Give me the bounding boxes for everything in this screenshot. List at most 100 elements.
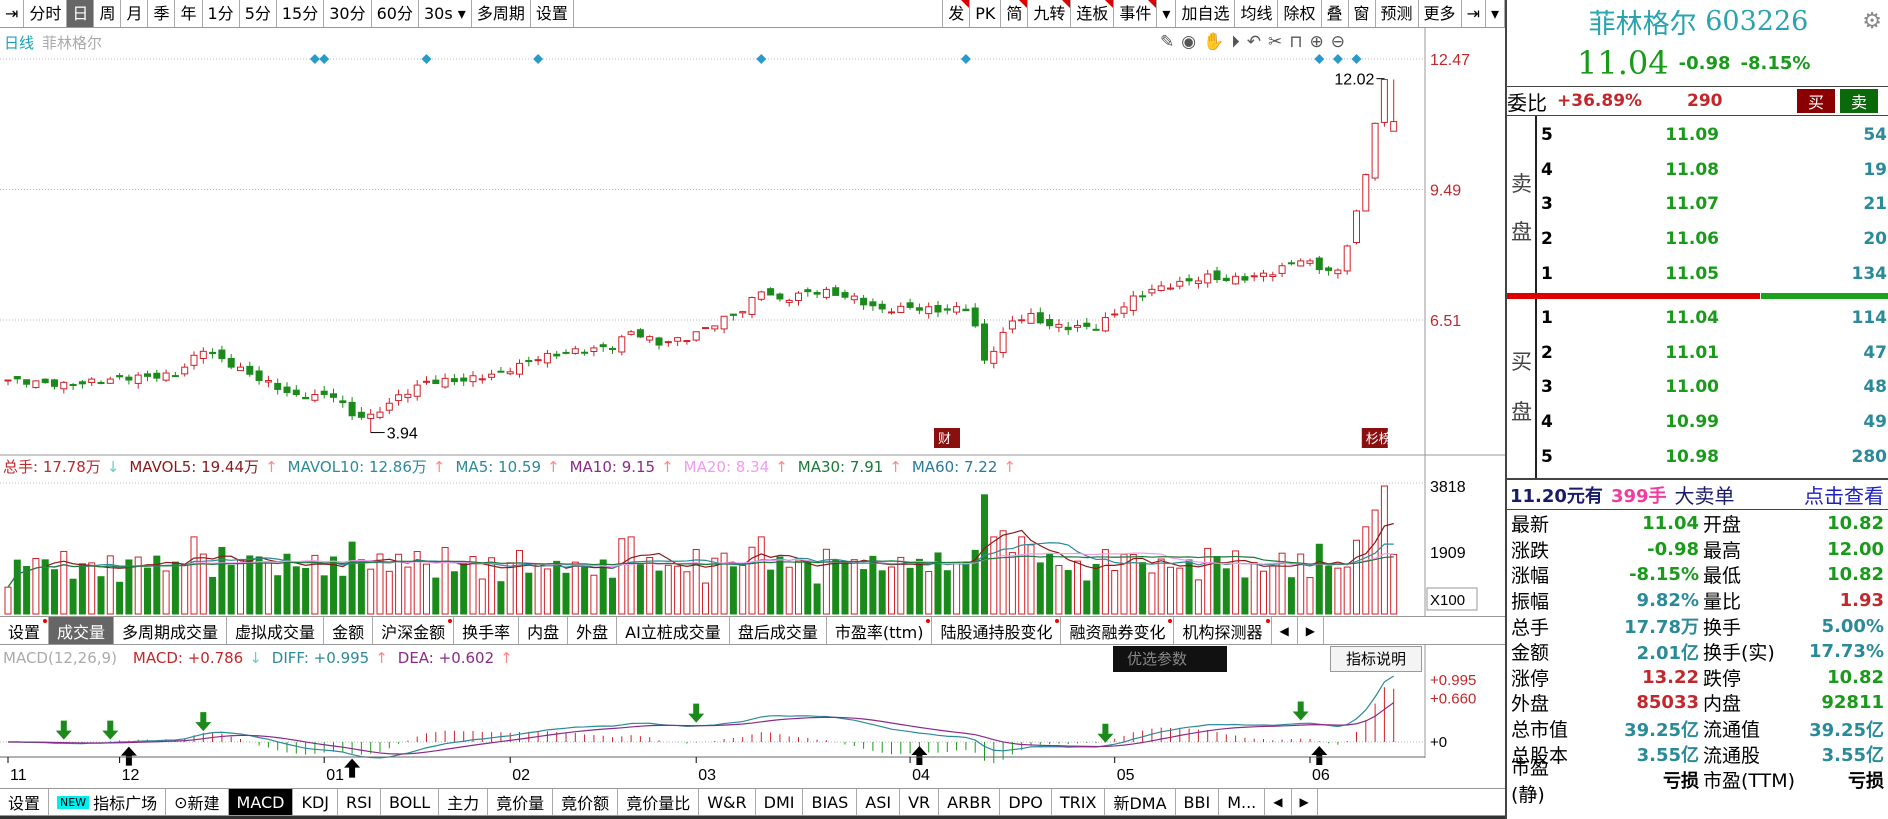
indicator-tab[interactable]: 内盘 xyxy=(519,617,569,644)
toolbar-right-14[interactable]: ⇥ xyxy=(1462,0,1486,27)
indicator-tab[interactable]: 虚拟成交量 xyxy=(227,617,325,644)
sell-button[interactable]: 卖 xyxy=(1840,89,1878,113)
bottom-tab[interactable]: W&R xyxy=(699,789,756,815)
toolbar-right-4[interactable]: 连板 xyxy=(1071,0,1115,27)
toolbar-right-3[interactable]: 九转 xyxy=(1028,0,1072,27)
volume-bar xyxy=(1018,536,1026,615)
candle-body xyxy=(1101,317,1109,332)
toolbar-right-7[interactable]: 加自选 xyxy=(1176,0,1236,27)
bottom-tab[interactable]: NEW 指标广场 xyxy=(49,789,167,815)
legend-item: MA20: 8.34 ↑ xyxy=(684,458,792,476)
stat-label: 内盘 xyxy=(1703,693,1742,716)
optimize-params-button[interactable]: 优选参数 xyxy=(1113,646,1227,672)
toolbar-left-7[interactable]: 5分 xyxy=(240,0,277,27)
toolbar-left-4[interactable]: 季 xyxy=(148,0,176,27)
indicator-tab[interactable]: 融资融券变化 xyxy=(1061,617,1175,644)
toolbar-left-0[interactable]: 分时 xyxy=(24,0,68,27)
indicator-help-button[interactable]: 指标说明 xyxy=(1330,646,1422,672)
bottom-tab[interactable]: ⊙ 新建 xyxy=(166,789,229,815)
toolbar-left-3[interactable]: 月 xyxy=(121,0,149,27)
toolbar-right-1[interactable]: PK xyxy=(970,0,1002,27)
legend-item: MA60: 7.22 ↑ xyxy=(912,458,1020,476)
indicator-tab[interactable]: 设置 xyxy=(0,617,50,644)
indicator-tab[interactable]: 换手率 xyxy=(454,617,520,644)
toolbar-left-2[interactable]: 周 xyxy=(94,0,122,27)
bottom-tab[interactable]: 新DMA xyxy=(1105,789,1176,815)
scroll-right-icon[interactable]: ▶ xyxy=(1292,789,1318,815)
stat-value: -0.98 xyxy=(1647,538,1699,560)
candle-body xyxy=(1027,312,1035,324)
toolbar-right-8[interactable]: 均线 xyxy=(1235,0,1279,27)
big-order-qty: 399手 xyxy=(1610,485,1667,507)
indicator-tab[interactable]: AI立桩成交量 xyxy=(617,617,730,644)
trend-arrow-icon: ↑ xyxy=(265,458,278,476)
toolbar-left-12[interactable]: 多周期 xyxy=(472,0,531,27)
volume-bar xyxy=(897,556,905,615)
toolbar-left-1[interactable]: 日 xyxy=(67,0,95,27)
stat-value: 10.82 xyxy=(1827,564,1884,586)
toolbar-left-10[interactable]: 60分 xyxy=(372,0,419,27)
bottom-tab[interactable]: KDJ xyxy=(293,789,339,815)
toolbar-left-13[interactable]: 设置 xyxy=(531,0,574,27)
toolbar-right-2[interactable]: 简 xyxy=(1001,0,1029,27)
bottom-tab[interactable]: VR xyxy=(900,789,940,815)
candle-body xyxy=(1092,328,1100,331)
toolbar-right-9[interactable]: 除权 xyxy=(1278,0,1322,27)
gear-icon[interactable]: ⚙ xyxy=(1862,9,1882,34)
indicator-tab[interactable]: 多周期成交量 xyxy=(114,617,228,644)
buy-button[interactable]: 买 xyxy=(1797,89,1835,113)
toolbar-right-11[interactable]: 窗 xyxy=(1349,0,1376,27)
toolbar-right-0[interactable]: 发 xyxy=(943,0,971,27)
bottom-tab[interactable]: BBI xyxy=(1176,789,1220,815)
indicator-tab[interactable]: 盘后成交量 xyxy=(730,617,827,644)
bottom-tab[interactable]: ASI xyxy=(857,789,901,815)
scroll-left-icon[interactable]: ◀ xyxy=(1265,789,1292,815)
toolbar-left-11[interactable]: 30s ▾ xyxy=(419,0,472,27)
scroll-left-icon[interactable]: ◀ xyxy=(1272,617,1298,644)
candle-body xyxy=(850,295,858,301)
candle-body xyxy=(1343,245,1351,272)
bottom-tab[interactable]: MACD xyxy=(228,789,294,815)
bottom-tab[interactable]: DPO xyxy=(1000,789,1052,815)
toolbar-left-6[interactable]: 1分 xyxy=(203,0,240,27)
bottom-tab[interactable]: TRIX xyxy=(1052,789,1106,815)
kline-chart[interactable]: 12.47 9.49 6.51 12.02 3.94 财 杉榜 3818 1909 X100 +0.… xyxy=(0,28,1505,788)
indicator-tab[interactable]: 外盘 xyxy=(568,617,618,644)
bottom-tab[interactable]: RSI xyxy=(338,789,382,815)
indicator-tab[interactable]: 市盈率(ttm) xyxy=(827,617,933,644)
sell-side-label: 盘 xyxy=(1511,220,1532,244)
bottom-tab[interactable]: 主力 xyxy=(439,789,489,815)
toolbar-right-12[interactable]: 预测 xyxy=(1376,0,1419,27)
toolbar-left-5[interactable]: 年 xyxy=(175,0,203,27)
bottom-tab[interactable]: 竟价量比 xyxy=(618,789,700,815)
bottom-tab[interactable]: 设置 xyxy=(0,789,50,815)
collapse-icon[interactable]: ⇥ xyxy=(0,0,25,27)
bottom-tab[interactable]: ARBR xyxy=(939,789,1001,815)
bottom-tab-label: RSI xyxy=(346,792,373,812)
candle-body xyxy=(357,411,365,418)
toolbar-right-6[interactable]: ▾ xyxy=(1157,0,1177,27)
toolbar-right-13[interactable]: 更多 xyxy=(1419,0,1462,27)
candle-body xyxy=(804,289,812,293)
view-details-link[interactable]: 点击查看 xyxy=(1804,480,1884,509)
bottom-tab[interactable]: BIAS xyxy=(803,789,858,815)
bottom-tab[interactable]: 竟价额 xyxy=(553,789,619,815)
stat-row: 最新 11.04 开盘 10.82 xyxy=(1507,511,1888,537)
indicator-tab[interactable]: 成交量 xyxy=(49,617,115,644)
sell-signal-arrow-icon xyxy=(55,720,72,740)
toolbar-right-5[interactable]: 事件 xyxy=(1114,0,1158,27)
indicator-tab[interactable]: 金额 xyxy=(324,617,374,644)
toolbar-right-15[interactable]: ▾ xyxy=(1486,0,1505,27)
toolbar-left-8[interactable]: 15分 xyxy=(277,0,325,27)
toolbar-left-9[interactable]: 30分 xyxy=(324,0,372,27)
indicator-tab[interactable]: 沪深金额 xyxy=(373,617,455,644)
bottom-tab[interactable]: DMI xyxy=(756,789,804,815)
bottom-tab[interactable]: M... xyxy=(1219,789,1266,815)
bottom-tab[interactable]: BOLL xyxy=(381,789,440,815)
indicator-tab[interactable]: 陆股通持股变化 xyxy=(932,617,1062,644)
indicator-tab[interactable]: 机构探测器 xyxy=(1174,617,1272,644)
candle-body xyxy=(822,288,830,298)
scroll-right-icon[interactable]: ▶ xyxy=(1298,617,1324,644)
toolbar-right-10[interactable]: 叠 xyxy=(1322,0,1349,27)
bottom-tab[interactable]: 竟价量 xyxy=(488,789,554,815)
